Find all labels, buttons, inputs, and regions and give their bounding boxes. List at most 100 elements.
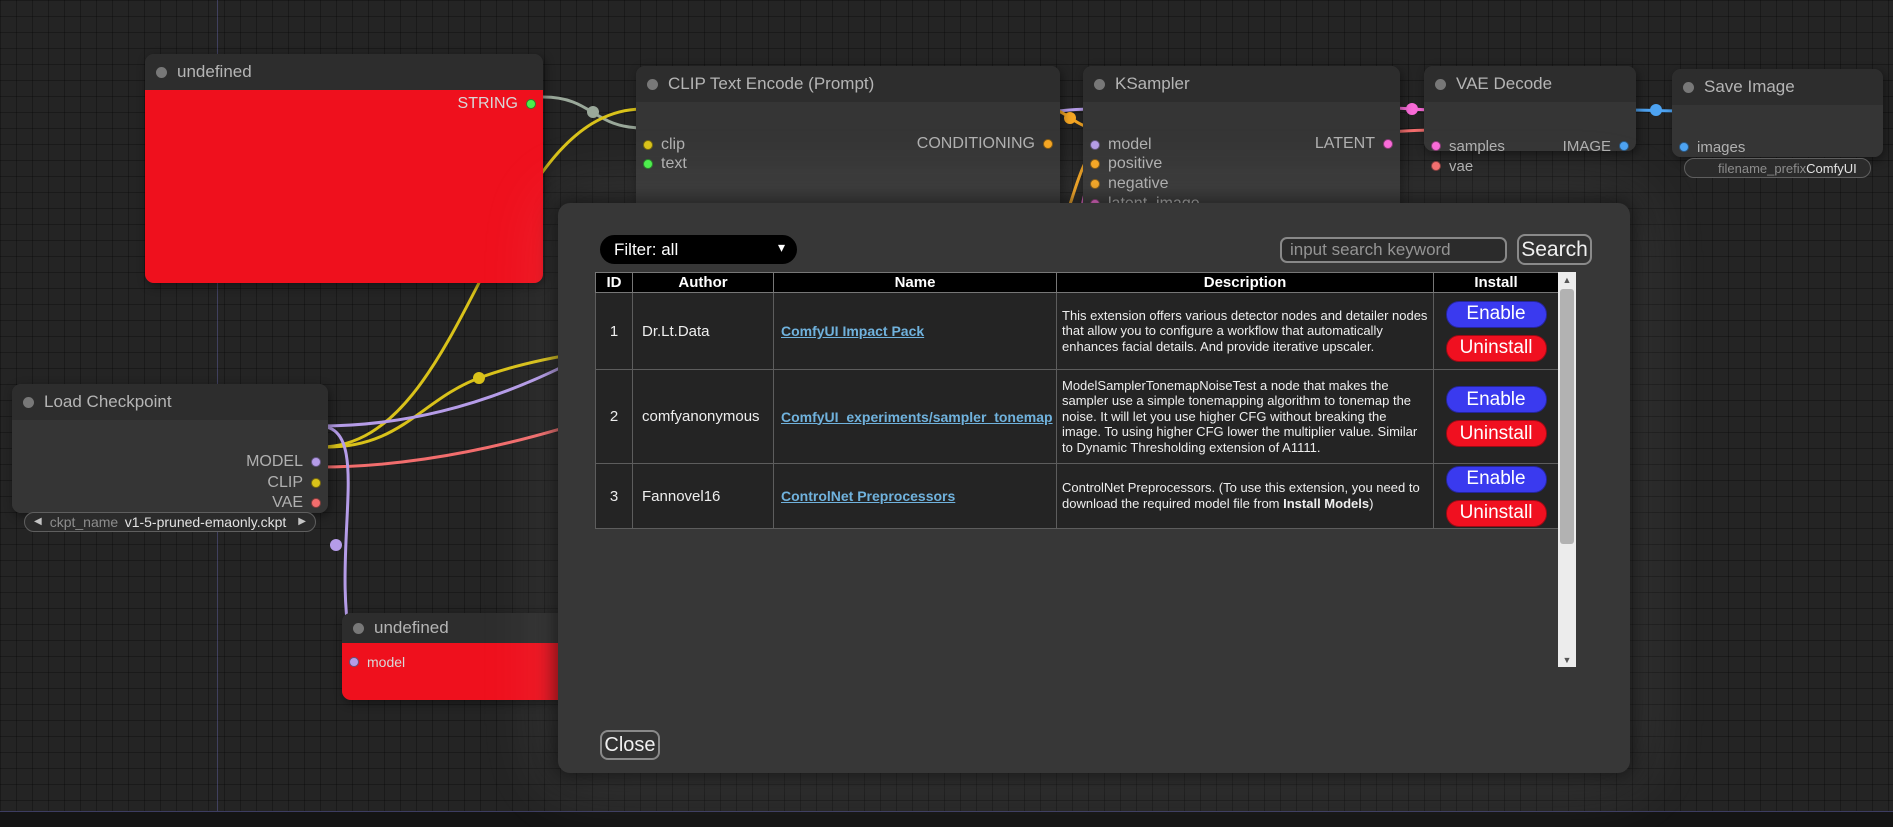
node-title: VAE Decode: [1456, 74, 1552, 94]
node-title: undefined: [177, 62, 252, 82]
cell-author: Fannovel16: [633, 464, 774, 529]
wire-dot: [587, 106, 599, 118]
ckpt-name-widget[interactable]: ◀ ckpt_name v1-5-pruned-emaonly.ckpt ▶: [24, 512, 316, 532]
model-input-dot[interactable]: [349, 657, 359, 667]
table-row: 1 Dr.Lt.Data ComfyUI Impact Pack This ex…: [596, 293, 1559, 370]
scroll-down-arrow-icon[interactable]: ▼: [1558, 652, 1576, 667]
extension-table: ID Author Name Description Install 1 Dr.…: [595, 272, 1559, 529]
cell-name: ComfyUI Impact Pack: [774, 293, 1057, 370]
table-scrollbar[interactable]: ▲ ▼: [1558, 272, 1576, 667]
images-input-dot[interactable]: [1679, 142, 1689, 152]
node-title: CLIP Text Encode (Prompt): [668, 74, 874, 94]
input-slot-clip[interactable]: clip: [643, 136, 685, 154]
filter-select-wrap: Filter: all ▾: [600, 235, 797, 264]
string-output-dot[interactable]: [526, 99, 536, 109]
node-save-image[interactable]: Save Image images filename_prefix ComfyU…: [1672, 69, 1883, 157]
search-input[interactable]: [1280, 237, 1507, 263]
cell-description: ModelSamplerTonemapNoiseTest a node that…: [1057, 370, 1434, 464]
cell-id: 1: [596, 293, 633, 370]
close-button[interactable]: Close: [600, 730, 660, 760]
extension-link[interactable]: ControlNet Preprocessors: [781, 488, 955, 504]
scroll-up-arrow-icon[interactable]: ▲: [1558, 272, 1576, 287]
latent-output-dot[interactable]: [1383, 139, 1393, 149]
node-undefined-top[interactable]: undefined STRING: [145, 54, 543, 283]
scrollbar-thumb[interactable]: [1560, 289, 1574, 544]
output-slot-clip[interactable]: CLIP: [267, 474, 321, 492]
node-collapse-dot[interactable]: [23, 397, 34, 408]
cell-install: Enable Uninstall: [1434, 293, 1559, 370]
node-collapse-dot[interactable]: [1435, 79, 1446, 90]
input-slot-samples[interactable]: samples: [1431, 137, 1505, 155]
filter-select[interactable]: Filter: all: [600, 235, 797, 264]
table-row: 3 Fannovel16 ControlNet Preprocessors Co…: [596, 464, 1559, 529]
uninstall-button[interactable]: Uninstall: [1446, 420, 1547, 447]
extension-table-scroll-area[interactable]: ID Author Name Description Install 1 Dr.…: [595, 272, 1576, 667]
node-collapse-dot[interactable]: [156, 67, 167, 78]
search-button[interactable]: Search: [1517, 234, 1592, 265]
node-undefined-bottom[interactable]: undefined model: [342, 613, 568, 700]
input-slot-images[interactable]: images: [1679, 138, 1745, 156]
node-collapse-dot[interactable]: [647, 79, 658, 90]
table-row: 2 comfyanonymous ComfyUI_experiments/sam…: [596, 370, 1559, 464]
image-output-dot[interactable]: [1619, 141, 1629, 151]
output-slot-latent[interactable]: LATENT: [1315, 135, 1393, 153]
wire-dot: [1650, 104, 1662, 116]
wire-dot: [473, 372, 485, 384]
node-load-checkpoint[interactable]: Load Checkpoint MODEL CLIP VAE ◀ ckpt_na…: [12, 384, 328, 513]
decrement-arrow-icon[interactable]: ◀: [34, 517, 42, 527]
node-collapse-dot[interactable]: [1683, 82, 1694, 93]
node-ksampler[interactable]: KSampler model positive negative latent_…: [1083, 66, 1400, 226]
enable-button[interactable]: Enable: [1446, 301, 1547, 328]
output-slot-image[interactable]: IMAGE: [1563, 137, 1629, 155]
input-slot-text[interactable]: text: [643, 155, 687, 173]
header-id: ID: [596, 273, 633, 293]
text-input-dot[interactable]: [643, 159, 653, 169]
model-input-dot[interactable]: [1090, 140, 1100, 150]
output-slot-model[interactable]: MODEL: [246, 453, 321, 471]
output-slot-vae[interactable]: VAE: [272, 494, 321, 512]
filename-prefix-widget[interactable]: filename_prefix ComfyUI: [1684, 158, 1871, 178]
clip-input-dot[interactable]: [643, 140, 653, 150]
samples-input-dot[interactable]: [1431, 141, 1441, 151]
header-author: Author: [633, 273, 774, 293]
node-vae-decode[interactable]: VAE Decode samples vae IMAGE: [1424, 66, 1636, 151]
model-output-dot[interactable]: [311, 457, 321, 467]
increment-arrow-icon[interactable]: ▶: [298, 517, 306, 527]
extension-manager-dialog: Filter: all ▾ Search ID Author Name Desc…: [558, 203, 1630, 773]
cell-author: Dr.Lt.Data: [633, 293, 774, 370]
node-title: undefined: [374, 618, 449, 638]
node-title: Save Image: [1704, 77, 1795, 97]
positive-input-dot[interactable]: [1090, 159, 1100, 169]
clip-output-dot[interactable]: [311, 478, 321, 488]
input-slot-positive[interactable]: positive: [1090, 155, 1162, 173]
enable-button[interactable]: Enable: [1446, 386, 1547, 413]
node-graph-canvas[interactable]: undefined STRING CLIP Text Encode (Promp…: [0, 0, 1893, 827]
table-header-row: ID Author Name Description Install: [596, 273, 1559, 293]
node-title: Load Checkpoint: [44, 392, 172, 412]
node-collapse-dot[interactable]: [353, 623, 364, 634]
input-slot-vae[interactable]: vae: [1431, 157, 1473, 175]
conditioning-output-dot[interactable]: [1043, 139, 1053, 149]
header-install: Install: [1434, 273, 1559, 293]
negative-input-dot[interactable]: [1090, 179, 1100, 189]
output-slot-conditioning[interactable]: CONDITIONING: [917, 135, 1053, 153]
cell-description: This extension offers various detector n…: [1057, 293, 1434, 370]
header-description: Description: [1057, 273, 1434, 293]
uninstall-button[interactable]: Uninstall: [1446, 500, 1547, 527]
output-slot-string[interactable]: STRING: [458, 95, 536, 113]
wire-dot: [330, 539, 342, 551]
input-slot-model[interactable]: model: [349, 653, 405, 671]
cell-name: ControlNet Preprocessors: [774, 464, 1057, 529]
vae-input-dot[interactable]: [1431, 161, 1441, 171]
extension-link[interactable]: ComfyUI_experiments/sampler_tonemap: [781, 409, 1053, 425]
cell-install: Enable Uninstall: [1434, 370, 1559, 464]
node-title: KSampler: [1115, 74, 1190, 94]
input-slot-negative[interactable]: negative: [1090, 175, 1169, 193]
vae-output-dot[interactable]: [311, 498, 321, 508]
enable-button[interactable]: Enable: [1446, 466, 1547, 493]
input-slot-model[interactable]: model: [1090, 136, 1152, 154]
cell-id: 3: [596, 464, 633, 529]
extension-link[interactable]: ComfyUI Impact Pack: [781, 323, 924, 339]
uninstall-button[interactable]: Uninstall: [1446, 335, 1547, 362]
node-collapse-dot[interactable]: [1094, 79, 1105, 90]
